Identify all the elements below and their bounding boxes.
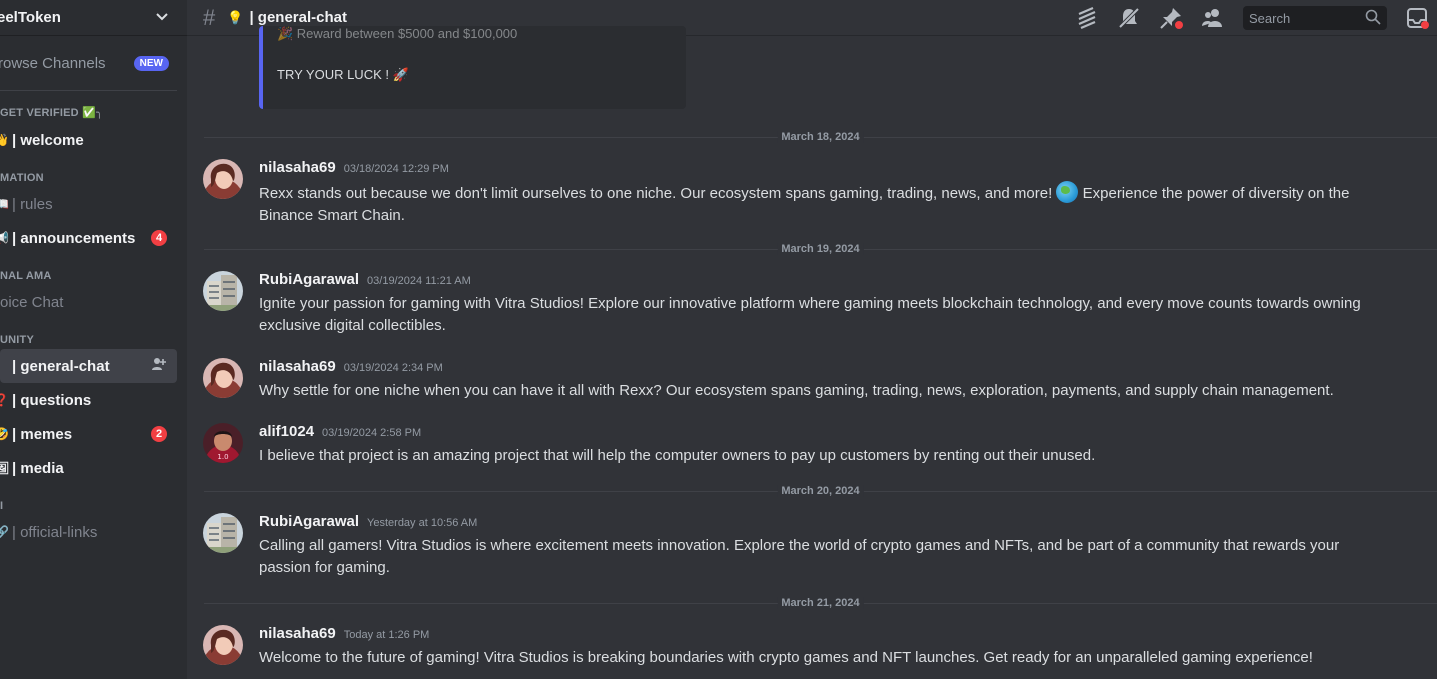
globe-emoji-icon (1056, 181, 1079, 203)
inbox-icon[interactable] (1405, 6, 1429, 30)
server-name: eelToken (0, 9, 61, 26)
book-emoji-icon: 📖 (0, 197, 9, 211)
add-member-icon[interactable] (151, 356, 167, 376)
channel-label: | official-links (12, 523, 98, 541)
avatar[interactable] (203, 513, 243, 553)
sidebar-item-announcements[interactable]: 📢 | announcements 4 (0, 221, 177, 255)
link-emoji-icon: 🔗 (0, 525, 9, 539)
username[interactable]: nilasaha69 (259, 625, 336, 642)
bulb-emoji-icon: 💡 (227, 9, 244, 25)
date-divider: March 20, 2024 (204, 485, 1437, 497)
date-divider: March 18, 2024 (204, 131, 1437, 143)
message-text: Calling all gamers! Vitra Studios is whe… (259, 537, 1340, 576)
svg-text:1.0: 1.0 (217, 453, 228, 461)
username[interactable]: RubiAgarawal (259, 271, 359, 288)
question-emoji-icon: ❓ (0, 393, 9, 407)
channel-label: | media (12, 459, 64, 477)
picture-emoji-icon: 🖼 (0, 461, 10, 475)
category-community[interactable]: UNITY (0, 331, 187, 349)
channel-label: | announcements (12, 229, 136, 247)
message-text: Welcome to the future of gaming! Vitra S… (259, 649, 1313, 666)
chevron-down-icon[interactable] (155, 11, 169, 25)
channel-label: | memes (12, 425, 73, 443)
channel-label: | questions (12, 391, 92, 409)
username[interactable]: nilasaha69 (259, 358, 336, 375)
channel-title: | general-chat (249, 9, 347, 26)
sidebar-item-rules[interactable]: 📖 | rules (0, 187, 177, 221)
timestamp: 03/19/2024 2:58 PM (322, 427, 422, 439)
timestamp: Yesterday at 10:56 AM (367, 517, 478, 529)
mention-count-badge: 4 (151, 230, 167, 246)
sidebar-separator (0, 90, 177, 91)
message-embed: 🎉 Reward between $5000 and $100,000 TRY … (259, 26, 686, 109)
laugh-emoji-icon: 🤣 (0, 427, 9, 441)
category-ama[interactable]: NAL AMA (0, 267, 187, 285)
sidebar-item-voice-chat[interactable]: oice Chat (0, 285, 177, 319)
message-list: 🎉 Reward between $5000 and $100,000 TRY … (187, 26, 1437, 679)
threads-icon[interactable] (1075, 6, 1099, 30)
server-header[interactable]: eelToken (0, 0, 187, 36)
sidebar-item-questions[interactable]: ❓ | questions (0, 383, 177, 417)
browse-channels-label: rowse Channels (0, 54, 106, 72)
category-get-verified[interactable]: GET VERIFIED ✅╮ (0, 103, 187, 121)
sidebar-item-general-chat[interactable]: | general-chat (0, 349, 177, 383)
new-badge: NEW (133, 55, 169, 71)
pin-icon[interactable] (1159, 6, 1183, 30)
sidebar-item-welcome[interactable]: 👋 | welcome (0, 123, 177, 157)
header-toolbar: Search (1075, 0, 1437, 36)
avatar[interactable]: 1.0 (203, 423, 243, 463)
username[interactable]: RubiAgarawal (259, 513, 359, 530)
timestamp: Today at 1:26 PM (343, 629, 430, 641)
timestamp: 03/19/2024 11:21 AM (367, 275, 471, 287)
category-links[interactable]: I (0, 497, 187, 515)
date-divider: March 19, 2024 (204, 243, 1437, 255)
embed-line: TRY YOUR LUCK ! 🚀 (277, 67, 409, 82)
sidebar-item-media[interactable]: 🖼 | media (0, 451, 177, 485)
username[interactable]: nilasaha69 (259, 159, 336, 176)
avatar[interactable] (203, 358, 243, 398)
channel-label: | general-chat (12, 357, 110, 375)
message-text: I believe that project is an amazing pro… (259, 447, 1096, 464)
mention-count-badge: 2 (151, 426, 167, 442)
channel-label: | rules (12, 195, 53, 213)
avatar[interactable] (203, 625, 243, 665)
embed-line: 🎉 Reward between $5000 and $100,000 (277, 26, 518, 41)
avatar[interactable] (203, 271, 243, 311)
sidebar-item-memes[interactable]: 🤣 | memes 2 (0, 417, 177, 451)
search-placeholder: Search (1249, 10, 1291, 26)
message-text: Ignite your passion for gaming with Vitr… (259, 295, 1361, 334)
search-input[interactable]: Search (1243, 6, 1387, 30)
mute-icon[interactable] (1117, 6, 1141, 30)
category-information[interactable]: MATION (0, 169, 187, 187)
timestamp: 03/19/2024 2:34 PM (343, 362, 443, 374)
megaphone-emoji-icon: 📢 (0, 231, 9, 245)
message-text: Rexx stands out because we don't limit o… (259, 181, 1387, 227)
channel-label: | welcome (12, 131, 84, 149)
channel-label: oice Chat (0, 293, 64, 311)
search-icon[interactable] (1365, 9, 1381, 28)
sidebar-item-official-links[interactable]: 🔗 | official-links (0, 515, 177, 549)
date-divider: March 21, 2024 (204, 597, 1437, 609)
avatar[interactable] (203, 159, 243, 199)
browse-channels[interactable]: rowse Channels NEW (0, 46, 187, 80)
hash-icon: # (203, 4, 216, 30)
channel-sidebar: eelToken rowse Channels NEW GET VERIFIED… (0, 0, 187, 679)
username[interactable]: alif1024 (259, 423, 314, 440)
message-text: Why settle for one niche when you can ha… (259, 382, 1334, 399)
timestamp: 03/18/2024 12:29 PM (343, 163, 449, 175)
members-icon[interactable] (1201, 6, 1225, 30)
wave-emoji-icon: 👋 (0, 133, 9, 147)
